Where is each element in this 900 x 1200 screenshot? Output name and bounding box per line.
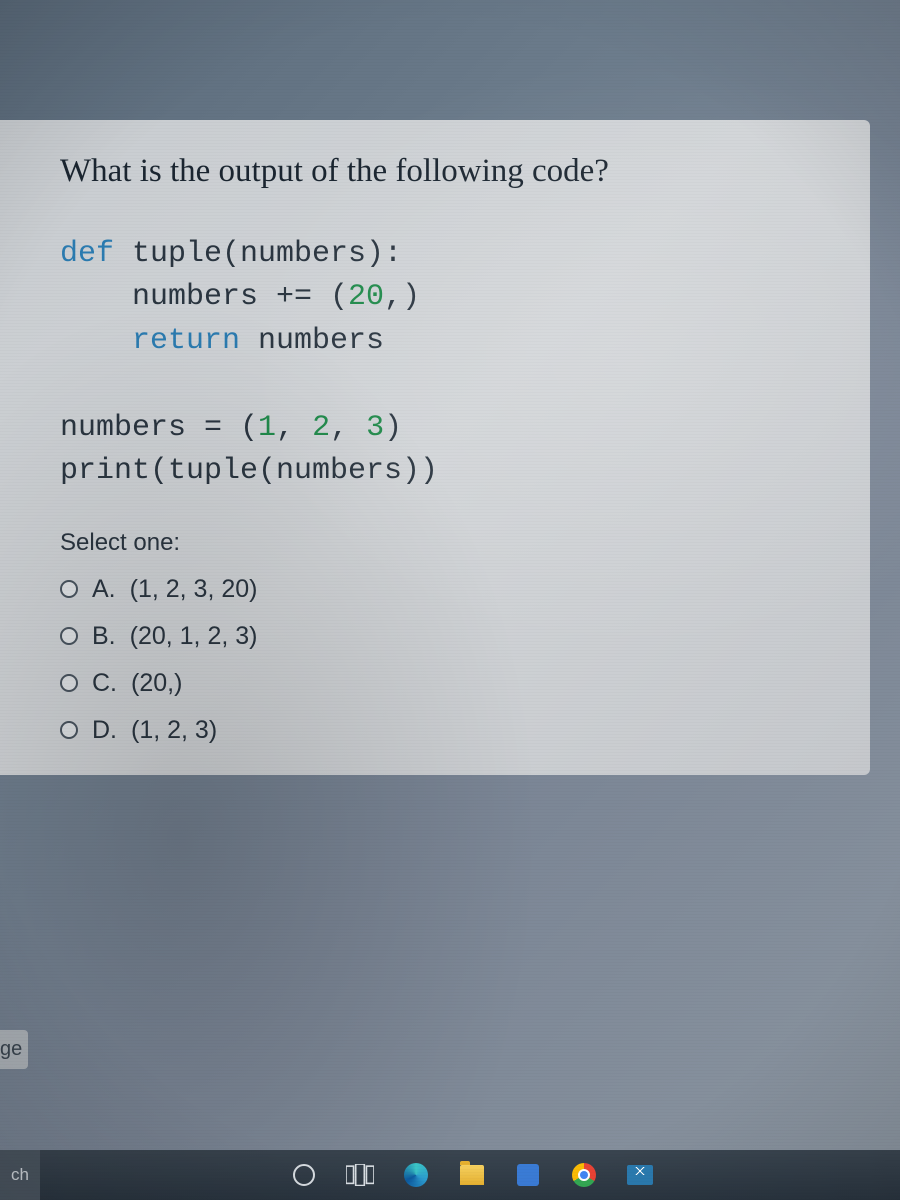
- radio-icon[interactable]: [60, 674, 78, 692]
- taskbar-search-fragment[interactable]: ch: [0, 1150, 40, 1200]
- option-text: (1, 2, 3, 20): [130, 575, 258, 604]
- radio-icon[interactable]: [60, 580, 78, 598]
- microsoft-store-icon[interactable]: [514, 1161, 542, 1189]
- select-one-prompt: Select one:: [60, 529, 840, 557]
- option-letter: A.: [92, 575, 116, 604]
- option-d[interactable]: D. (1, 2, 3): [60, 716, 840, 745]
- option-text: (20, 1, 2, 3): [130, 622, 258, 651]
- option-b[interactable]: B. (20, 1, 2, 3): [60, 622, 840, 651]
- taskbar-icons: [290, 1161, 654, 1189]
- cortana-icon[interactable]: [290, 1161, 318, 1189]
- options-list: A. (1, 2, 3, 20) B. (20, 1, 2, 3) C. (20…: [60, 575, 840, 745]
- file-explorer-icon[interactable]: [458, 1161, 486, 1189]
- radio-icon[interactable]: [60, 721, 78, 739]
- code-block: def tuple(numbers): numbers += (20,) ret…: [60, 233, 840, 494]
- keyword-def: def: [60, 237, 114, 271]
- chrome-browser-icon[interactable]: [570, 1161, 598, 1189]
- radio-icon[interactable]: [60, 627, 78, 645]
- option-letter: B.: [92, 622, 116, 651]
- option-letter: C.: [92, 669, 117, 698]
- option-text: (20,): [131, 669, 182, 698]
- option-a[interactable]: A. (1, 2, 3, 20): [60, 575, 840, 604]
- edge-browser-icon[interactable]: [402, 1161, 430, 1189]
- page-nav-button[interactable]: ge: [0, 1030, 28, 1069]
- number-literal: 20: [348, 280, 384, 314]
- mail-app-icon[interactable]: [626, 1161, 654, 1189]
- windows-taskbar: ch: [0, 1150, 900, 1200]
- option-c[interactable]: C. (20,): [60, 669, 840, 698]
- question-text: What is the output of the following code…: [60, 150, 840, 193]
- keyword-return: return: [60, 324, 240, 358]
- quiz-question-panel: What is the output of the following code…: [0, 120, 870, 775]
- task-view-icon[interactable]: [346, 1161, 374, 1189]
- option-text: (1, 2, 3): [131, 716, 217, 745]
- option-letter: D.: [92, 716, 117, 745]
- nav-label-fragment: ge: [0, 1038, 22, 1060]
